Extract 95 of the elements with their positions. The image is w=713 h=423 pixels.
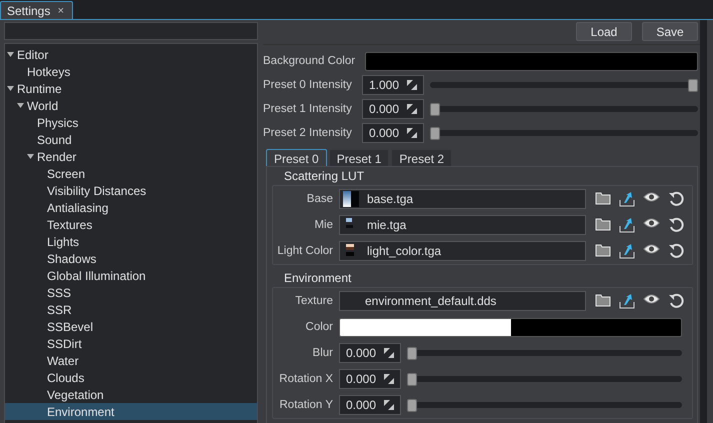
- tree-item[interactable]: Shadows: [5, 250, 257, 267]
- field-label: Base: [306, 192, 333, 206]
- eye-icon[interactable]: [643, 217, 660, 229]
- number-field[interactable]: 0.000: [339, 343, 401, 363]
- tree-item[interactable]: Global Illumination: [5, 267, 257, 284]
- file-field[interactable]: base.tga: [339, 189, 586, 209]
- field-label: Preset 2 Intensity: [263, 126, 353, 140]
- folder-icon[interactable]: [595, 293, 611, 307]
- expand-arrow-icon[interactable]: [7, 51, 14, 58]
- spin-arrows-icon[interactable]: [407, 80, 417, 90]
- field-label: Color: [304, 320, 333, 334]
- preset-tab[interactable]: Preset 2: [391, 149, 452, 167]
- slider-thumb[interactable]: [688, 78, 698, 92]
- upload-icon[interactable]: [619, 217, 635, 233]
- folder-icon[interactable]: [595, 243, 611, 257]
- slider[interactable]: [430, 102, 698, 116]
- slider[interactable]: [430, 78, 698, 92]
- slider-thumb[interactable]: [407, 398, 417, 412]
- slider[interactable]: [430, 126, 698, 140]
- spin-arrows-icon[interactable]: [384, 400, 394, 410]
- spin-arrows-icon[interactable]: [407, 128, 417, 138]
- color-swatch[interactable]: [339, 318, 682, 336]
- field-label: Blur: [312, 346, 333, 360]
- spin-arrows-icon[interactable]: [407, 104, 417, 114]
- tree-item[interactable]: Editor: [5, 46, 257, 63]
- color-swatch[interactable]: [365, 52, 698, 70]
- upload-icon[interactable]: [619, 191, 635, 207]
- slider-thumb[interactable]: [430, 102, 440, 116]
- group-title: Scattering LUT: [284, 169, 364, 183]
- field-label: Preset 0 Intensity: [263, 78, 353, 92]
- slider-thumb[interactable]: [430, 126, 440, 140]
- expand-arrow-icon[interactable]: [27, 153, 34, 160]
- tree-item[interactable]: World: [5, 97, 257, 114]
- close-button[interactable]: ×: [58, 4, 64, 16]
- field-label: Preset 1 Intensity: [263, 102, 353, 116]
- tree-item[interactable]: Visibility Distances: [5, 182, 257, 199]
- eye-icon[interactable]: [643, 243, 660, 255]
- reset-icon[interactable]: [668, 217, 684, 233]
- slider[interactable]: [407, 398, 682, 412]
- slider-thumb[interactable]: [407, 346, 417, 360]
- preset-tab[interactable]: Preset 1: [328, 149, 390, 167]
- expand-arrow-icon[interactable]: [7, 85, 14, 92]
- eye-icon[interactable]: [643, 293, 660, 305]
- group-title: Environment: [284, 271, 352, 285]
- tree-item[interactable]: Render: [5, 148, 257, 165]
- slider-thumb[interactable]: [407, 372, 417, 386]
- file-field[interactable]: environment_default.dds: [339, 291, 586, 311]
- preset-tab[interactable]: Preset 0: [266, 149, 327, 167]
- settings-tab[interactable]: Settings ×: [0, 1, 73, 19]
- tree-item[interactable]: SSBevel: [5, 318, 257, 335]
- expand-arrow-icon[interactable]: [17, 102, 24, 109]
- field-label: Background Color: [263, 54, 356, 68]
- tree-item[interactable]: Sound: [5, 131, 257, 148]
- reset-icon[interactable]: [668, 191, 684, 207]
- tree-item[interactable]: Physics: [5, 114, 257, 131]
- search-field[interactable]: [4, 22, 258, 40]
- tree-item[interactable]: Hotkeys: [5, 63, 257, 80]
- slider[interactable]: [407, 372, 682, 386]
- reset-icon[interactable]: [668, 243, 684, 259]
- tree-item[interactable]: Antialiasing: [5, 199, 257, 216]
- file-field[interactable]: light_color.tga: [339, 241, 586, 261]
- folder-icon[interactable]: [595, 217, 611, 231]
- field-label: Mie: [313, 218, 333, 232]
- scrollbar[interactable]: [700, 20, 707, 423]
- field-label: Rotation Y: [278, 398, 333, 412]
- number-field[interactable]: 0.000: [362, 123, 424, 143]
- tree-item[interactable]: Clouds: [5, 369, 257, 386]
- upload-icon[interactable]: [619, 293, 635, 309]
- tree-item[interactable]: Runtime: [5, 80, 257, 97]
- number-field[interactable]: 0.000: [362, 99, 424, 119]
- tree-item[interactable]: Vegetation: [5, 386, 257, 403]
- upload-icon[interactable]: [619, 243, 635, 259]
- tree-item[interactable]: Screen: [5, 165, 257, 182]
- number-field[interactable]: 1.000: [362, 75, 424, 95]
- tree-item[interactable]: Water: [5, 352, 257, 369]
- toolbar-button[interactable]: Save: [642, 22, 698, 41]
- tree-item[interactable]: SSR: [5, 301, 257, 318]
- number-field[interactable]: 0.000: [339, 369, 401, 389]
- tree-item[interactable]: Textures: [5, 216, 257, 233]
- tree-item[interactable]: SSS: [5, 284, 257, 301]
- tree-item[interactable]: Lights: [5, 233, 257, 250]
- toolbar-button[interactable]: Load: [576, 22, 632, 41]
- file-field[interactable]: mie.tga: [339, 215, 586, 235]
- field-label: Rotation X: [278, 372, 333, 386]
- tree-item[interactable]: Environment: [5, 403, 257, 420]
- eye-icon[interactable]: [643, 191, 660, 203]
- spin-arrows-icon[interactable]: [384, 374, 394, 384]
- reset-icon[interactable]: [668, 293, 684, 309]
- spin-arrows-icon[interactable]: [384, 348, 394, 358]
- number-field[interactable]: 0.000: [339, 395, 401, 415]
- tree-item[interactable]: SSDirt: [5, 335, 257, 352]
- field-label: Texture: [294, 294, 333, 308]
- folder-icon[interactable]: [595, 191, 611, 205]
- slider[interactable]: [407, 346, 682, 360]
- field-label: Light Color: [276, 244, 333, 258]
